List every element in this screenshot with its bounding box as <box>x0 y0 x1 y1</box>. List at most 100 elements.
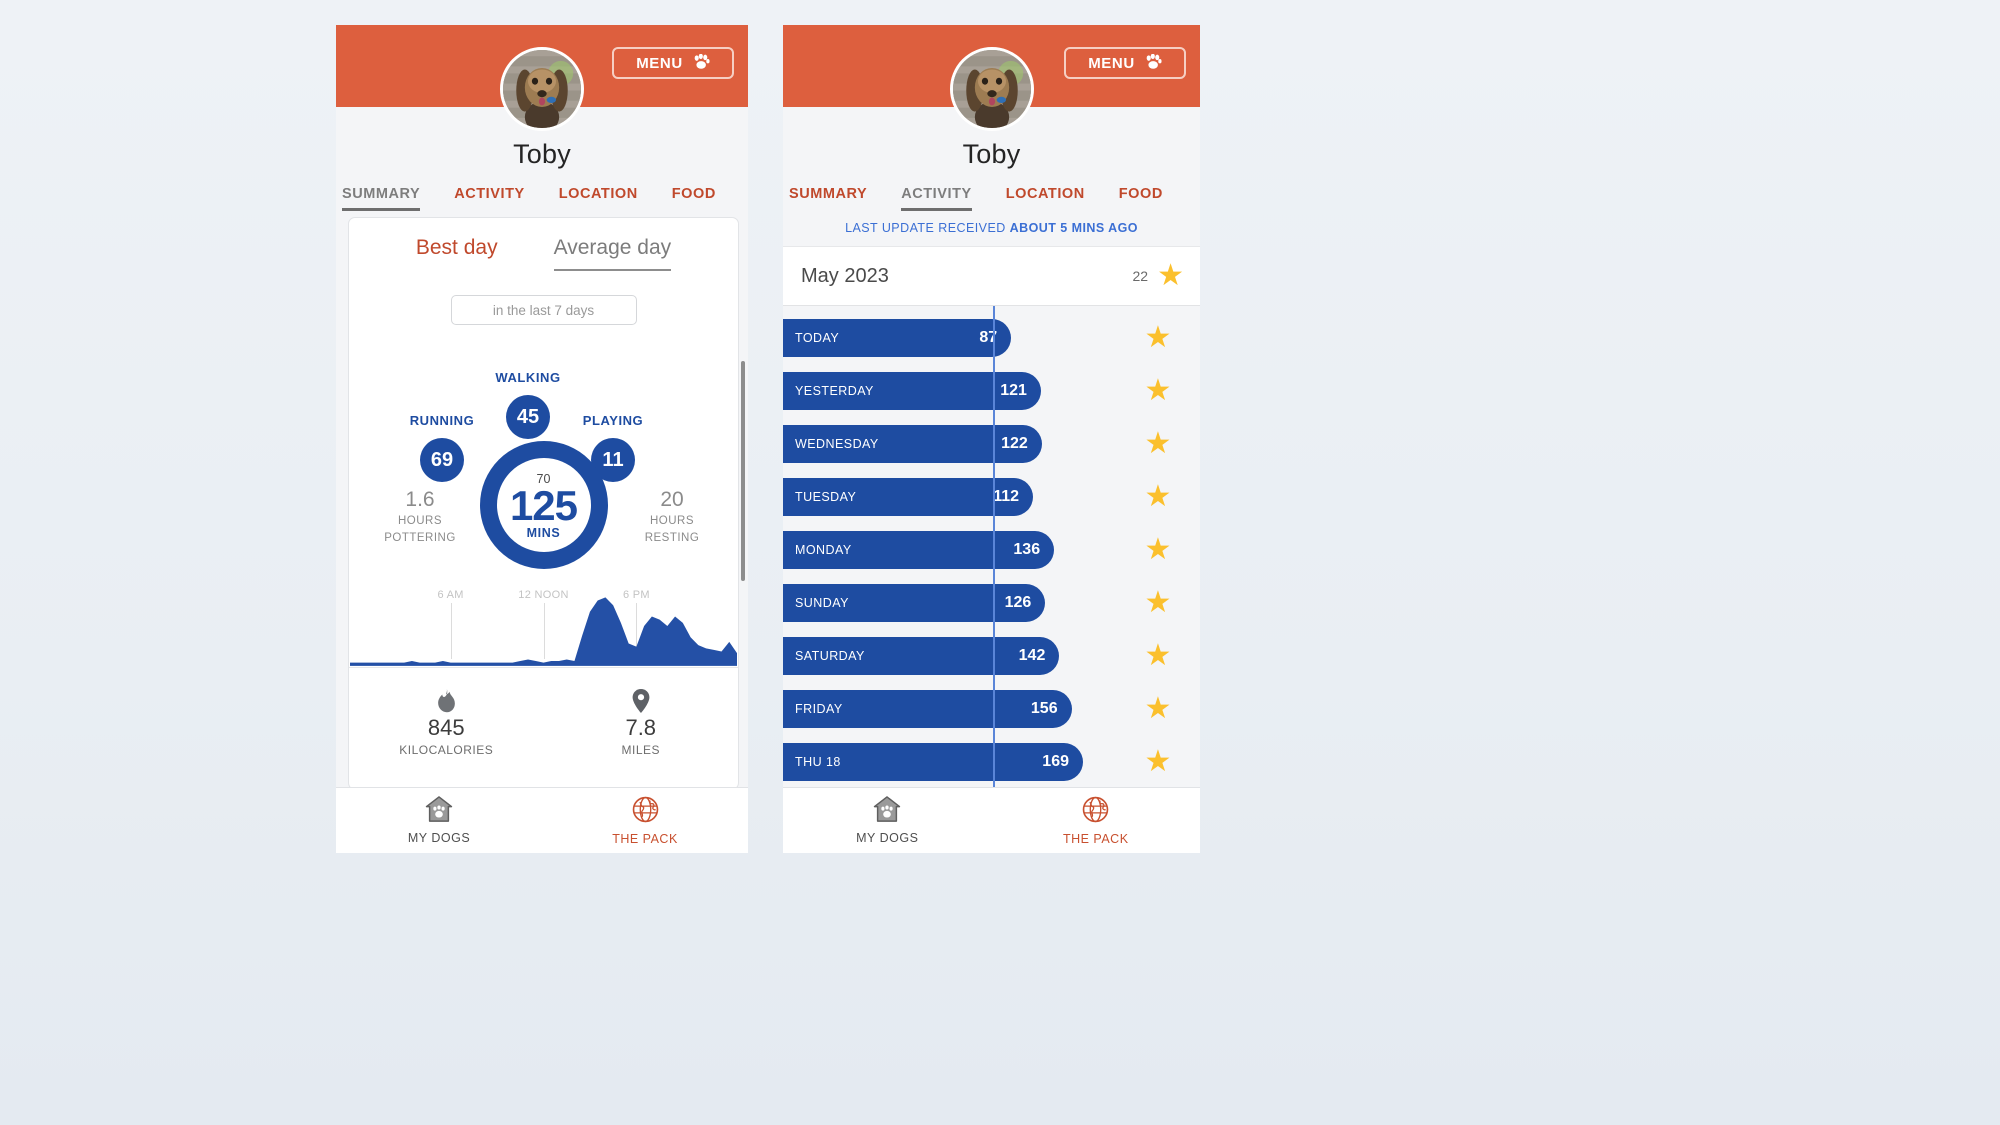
activity-bar[interactable]: TUESDAY 112 <box>783 477 1034 516</box>
kilocalories-label: KILOCALORIES <box>399 742 494 757</box>
page-title: Toby <box>513 139 571 169</box>
daily-timeline-chart: 6 AM 12 NOON 6 PM <box>350 589 737 667</box>
star-cell: ★ <box>1130 629 1186 682</box>
app-header-right: MENU <box>783 25 1200 131</box>
globe-icon-glyph-right <box>1082 796 1109 822</box>
table-row[interactable]: TODAY 87 ★ <box>783 311 1200 364</box>
table-row[interactable]: YESTERDAY 121 ★ <box>783 364 1200 417</box>
nav-item-the-pack-right[interactable]: THE PACK <box>992 788 1201 853</box>
globe-icon-glyph <box>632 796 658 822</box>
activity-total-value: 125 <box>509 481 578 529</box>
tab-food-right[interactable]: FOOD <box>1119 182 1163 211</box>
star-cell: ★ <box>1130 682 1186 735</box>
paw-icon-glyph <box>694 53 710 69</box>
nav-item-the-pack[interactable]: THE PACK <box>542 788 748 853</box>
location-pin-icon <box>632 687 650 713</box>
activity-bar[interactable]: MONDAY 136 <box>783 530 1055 569</box>
tab-bar-right: SUMMARY ACTIVITY LOCATION FOOD <box>783 182 1200 211</box>
timeline-area-path <box>350 597 737 666</box>
activity-bar[interactable]: TODAY 87 <box>783 318 1012 357</box>
resting-value: 20 <box>660 488 684 511</box>
table-row[interactable]: TUESDAY 112 ★ <box>783 470 1200 523</box>
segment-best-day[interactable]: Best day <box>416 236 498 271</box>
star-icon: ★ <box>1144 532 1172 566</box>
daily-activity-bar-chart: TODAY 87 ★ YESTERDAY 121 ★ WEDNESDAY 122 ★ TUESDA… <box>783 306 1200 787</box>
walking-bubble[interactable]: 45 <box>506 395 550 439</box>
activity-bar-value: 121 <box>1000 381 1027 399</box>
activity-dial-cluster: RUNNING 69 WALKING 45 PLAYING 11 70 125 … <box>349 331 738 589</box>
table-row[interactable]: WEDNESDAY 122 ★ <box>783 417 1200 470</box>
page-title-right: Toby <box>962 139 1021 169</box>
month-summary-row[interactable]: May 2023 22 ★ <box>783 246 1200 306</box>
last-update-status: LAST UPDATE RECEIVED ABOUT 5 MINS AGO <box>783 211 1200 246</box>
star-icon: ★ <box>1144 585 1172 619</box>
pottering-value: 1.6 <box>405 488 435 511</box>
paw-icon-right <box>1145 53 1162 72</box>
activity-bar[interactable]: THU 18 169 <box>783 742 1083 781</box>
table-row[interactable]: SUNDAY 126 ★ <box>783 576 1200 629</box>
table-row[interactable]: THU 18 169 ★ <box>783 735 1200 787</box>
doghouse-paw-icon-glyph <box>425 796 453 822</box>
star-cell: ★ <box>1130 735 1186 787</box>
pottering-stat: 1.6 HOURS POTTERING <box>365 487 475 547</box>
nav-item-my-dogs-right[interactable]: MY DOGS <box>783 788 992 853</box>
star-icon: ★ <box>1144 744 1172 778</box>
star-cell: ★ <box>1130 417 1186 470</box>
dog-avatar-image-right <box>952 50 1031 128</box>
menu-button[interactable]: MENU <box>612 47 734 79</box>
resting-label-line2: RESTING <box>644 531 700 544</box>
activity-bar[interactable]: SATURDAY 142 <box>783 636 1060 675</box>
nav-item-my-dogs[interactable]: MY DOGS <box>336 788 542 853</box>
activity-bar-value: 112 <box>993 487 1020 505</box>
tab-location[interactable]: LOCATION <box>559 182 638 211</box>
avatar[interactable] <box>500 47 584 131</box>
activity-bar-day: SATURDAY <box>795 648 865 663</box>
activity-bar[interactable]: YESTERDAY 121 <box>783 371 1041 410</box>
flame-icon-glyph <box>437 688 455 712</box>
scrollbar[interactable] <box>741 361 745 581</box>
tab-location-right[interactable]: LOCATION <box>1006 182 1085 211</box>
tab-summary-right[interactable]: SUMMARY <box>789 182 867 211</box>
date-range-selector[interactable]: in the last 7 days <box>450 295 637 325</box>
running-bubble[interactable]: 69 <box>420 438 464 482</box>
doghouse-paw-icon-right <box>873 796 901 827</box>
star-icon-month: ★ <box>1157 259 1184 292</box>
tab-activity[interactable]: ACTIVITY <box>454 182 524 211</box>
miles-stat: 7.8 MILES <box>544 668 739 775</box>
star-cell: ★ <box>1130 470 1186 523</box>
tab-bar-left: SUMMARY ACTIVITY LOCATION FOOD <box>336 182 748 211</box>
menu-button-right[interactable]: MENU <box>1064 47 1186 79</box>
tab-summary[interactable]: SUMMARY <box>342 182 421 211</box>
bottom-stats-row: 845 KILOCALORIES 7.8 MILES <box>349 667 738 775</box>
activity-bar[interactable]: SUNDAY 126 <box>783 583 1046 622</box>
avatar-right[interactable] <box>949 47 1034 131</box>
globe-icon-right <box>1082 796 1109 828</box>
total-activity-ring-inner: 70 125 MINS <box>496 458 591 552</box>
activity-bar-day: TUESDAY <box>795 489 857 504</box>
star-icon: ★ <box>1144 373 1172 407</box>
tab-food[interactable]: FOOD <box>672 182 716 211</box>
activity-bar-day: WEDNESDAY <box>795 436 879 451</box>
tab-activity-right[interactable]: ACTIVITY <box>901 182 973 211</box>
bottom-nav-left: MY DOGS THE PACK <box>336 787 748 853</box>
star-icon: ★ <box>1144 638 1172 672</box>
flame-icon <box>437 687 456 713</box>
total-activity-ring: 70 125 MINS <box>479 441 608 569</box>
kilocalories-stat: 845 KILOCALORIES <box>349 668 544 775</box>
table-row[interactable]: MONDAY 136 ★ <box>783 523 1200 576</box>
star-icon: ★ <box>1144 426 1172 460</box>
menu-button-label: MENU <box>636 54 683 72</box>
activity-bar-day: SUNDAY <box>795 595 849 610</box>
star-cell: ★ <box>1130 576 1186 629</box>
activity-bar[interactable]: FRIDAY 156 <box>783 689 1072 728</box>
table-row[interactable]: SATURDAY 142 ★ <box>783 629 1200 682</box>
playing-label: PLAYING <box>582 413 644 428</box>
nav-item-the-pack-label-right: THE PACK <box>1062 831 1129 846</box>
star-cell: ★ <box>1130 311 1186 364</box>
segment-average-day[interactable]: Average day <box>553 236 672 271</box>
activity-bar[interactable]: WEDNESDAY 122 <box>783 424 1042 463</box>
dog-avatar-image <box>503 50 581 128</box>
miles-label: MILES <box>621 742 660 757</box>
day-mode-toggle: Best day Average day <box>349 218 738 271</box>
table-row[interactable]: FRIDAY 156 ★ <box>783 682 1200 735</box>
